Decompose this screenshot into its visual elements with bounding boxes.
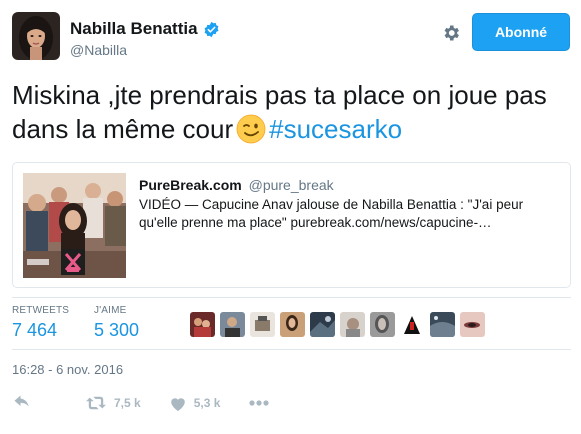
liker-avatar[interactable] [190, 312, 215, 337]
liker-avatar[interactable] [250, 312, 275, 337]
liker-avatars [190, 312, 485, 337]
link-preview-card[interactable]: PureBreak.com @pure_break VIDÉO — Capuci… [12, 162, 571, 288]
liker-avatar[interactable] [310, 312, 335, 337]
gear-icon[interactable] [441, 23, 461, 43]
divider [12, 297, 571, 298]
liker-avatar[interactable] [430, 312, 455, 337]
divider [12, 349, 571, 350]
tweet-text: Miskina ,jte prendrais pas ta place on j… [12, 78, 572, 146]
like-count: 5,3 k [193, 396, 221, 410]
liker-avatar[interactable] [400, 312, 425, 337]
card-thumbnail-image [23, 173, 126, 278]
retweets-label: RETWEETS [12, 305, 70, 316]
retweets-count[interactable]: 7 464 [12, 320, 69, 341]
hashtag-link[interactable]: #sucesarko [269, 114, 402, 144]
liker-avatar[interactable] [370, 312, 395, 337]
follow-button[interactable]: Abonné [472, 13, 570, 51]
liker-avatar[interactable] [280, 312, 305, 337]
more-button[interactable] [248, 399, 270, 407]
reply-icon [12, 394, 32, 412]
more-dots-icon [248, 399, 270, 407]
card-source: PureBreak.com @pure_break [139, 177, 334, 193]
tweet-timestamp[interactable]: 16:28 - 6 nov. 2016 [12, 362, 123, 377]
author-display-name[interactable]: Nabilla Benattia [70, 19, 198, 39]
retweet-button[interactable]: 7,5 k [84, 394, 141, 412]
verified-badge-icon [203, 21, 220, 38]
like-button[interactable]: 5,3 k [169, 395, 221, 412]
card-source-handle: @pure_break [248, 177, 334, 193]
likes-label: J'AIME [94, 305, 127, 316]
liker-avatar[interactable] [460, 312, 485, 337]
card-source-name: PureBreak.com [139, 177, 242, 193]
winking-face-emoji [236, 114, 266, 144]
author-name-row[interactable]: Nabilla Benattia [70, 19, 220, 39]
likes-count[interactable]: 5 300 [94, 320, 139, 341]
retweet-count: 7,5 k [114, 396, 141, 410]
likes-stat[interactable]: J'AIME 5 300 [94, 305, 139, 341]
liker-avatar[interactable] [340, 312, 365, 337]
reply-button[interactable] [12, 394, 32, 412]
retweets-stat[interactable]: RETWEETS 7 464 [12, 305, 69, 341]
heart-icon [169, 395, 187, 412]
retweet-icon [84, 394, 108, 412]
tweet-actions: 7,5 k 5,3 k [12, 394, 270, 412]
author-handle[interactable]: @Nabilla [70, 42, 127, 58]
author-avatar[interactable] [12, 12, 60, 60]
card-description: VIDÉO — Capucine Anav jalouse de Nabilla… [139, 197, 524, 230]
liker-avatar[interactable] [220, 312, 245, 337]
